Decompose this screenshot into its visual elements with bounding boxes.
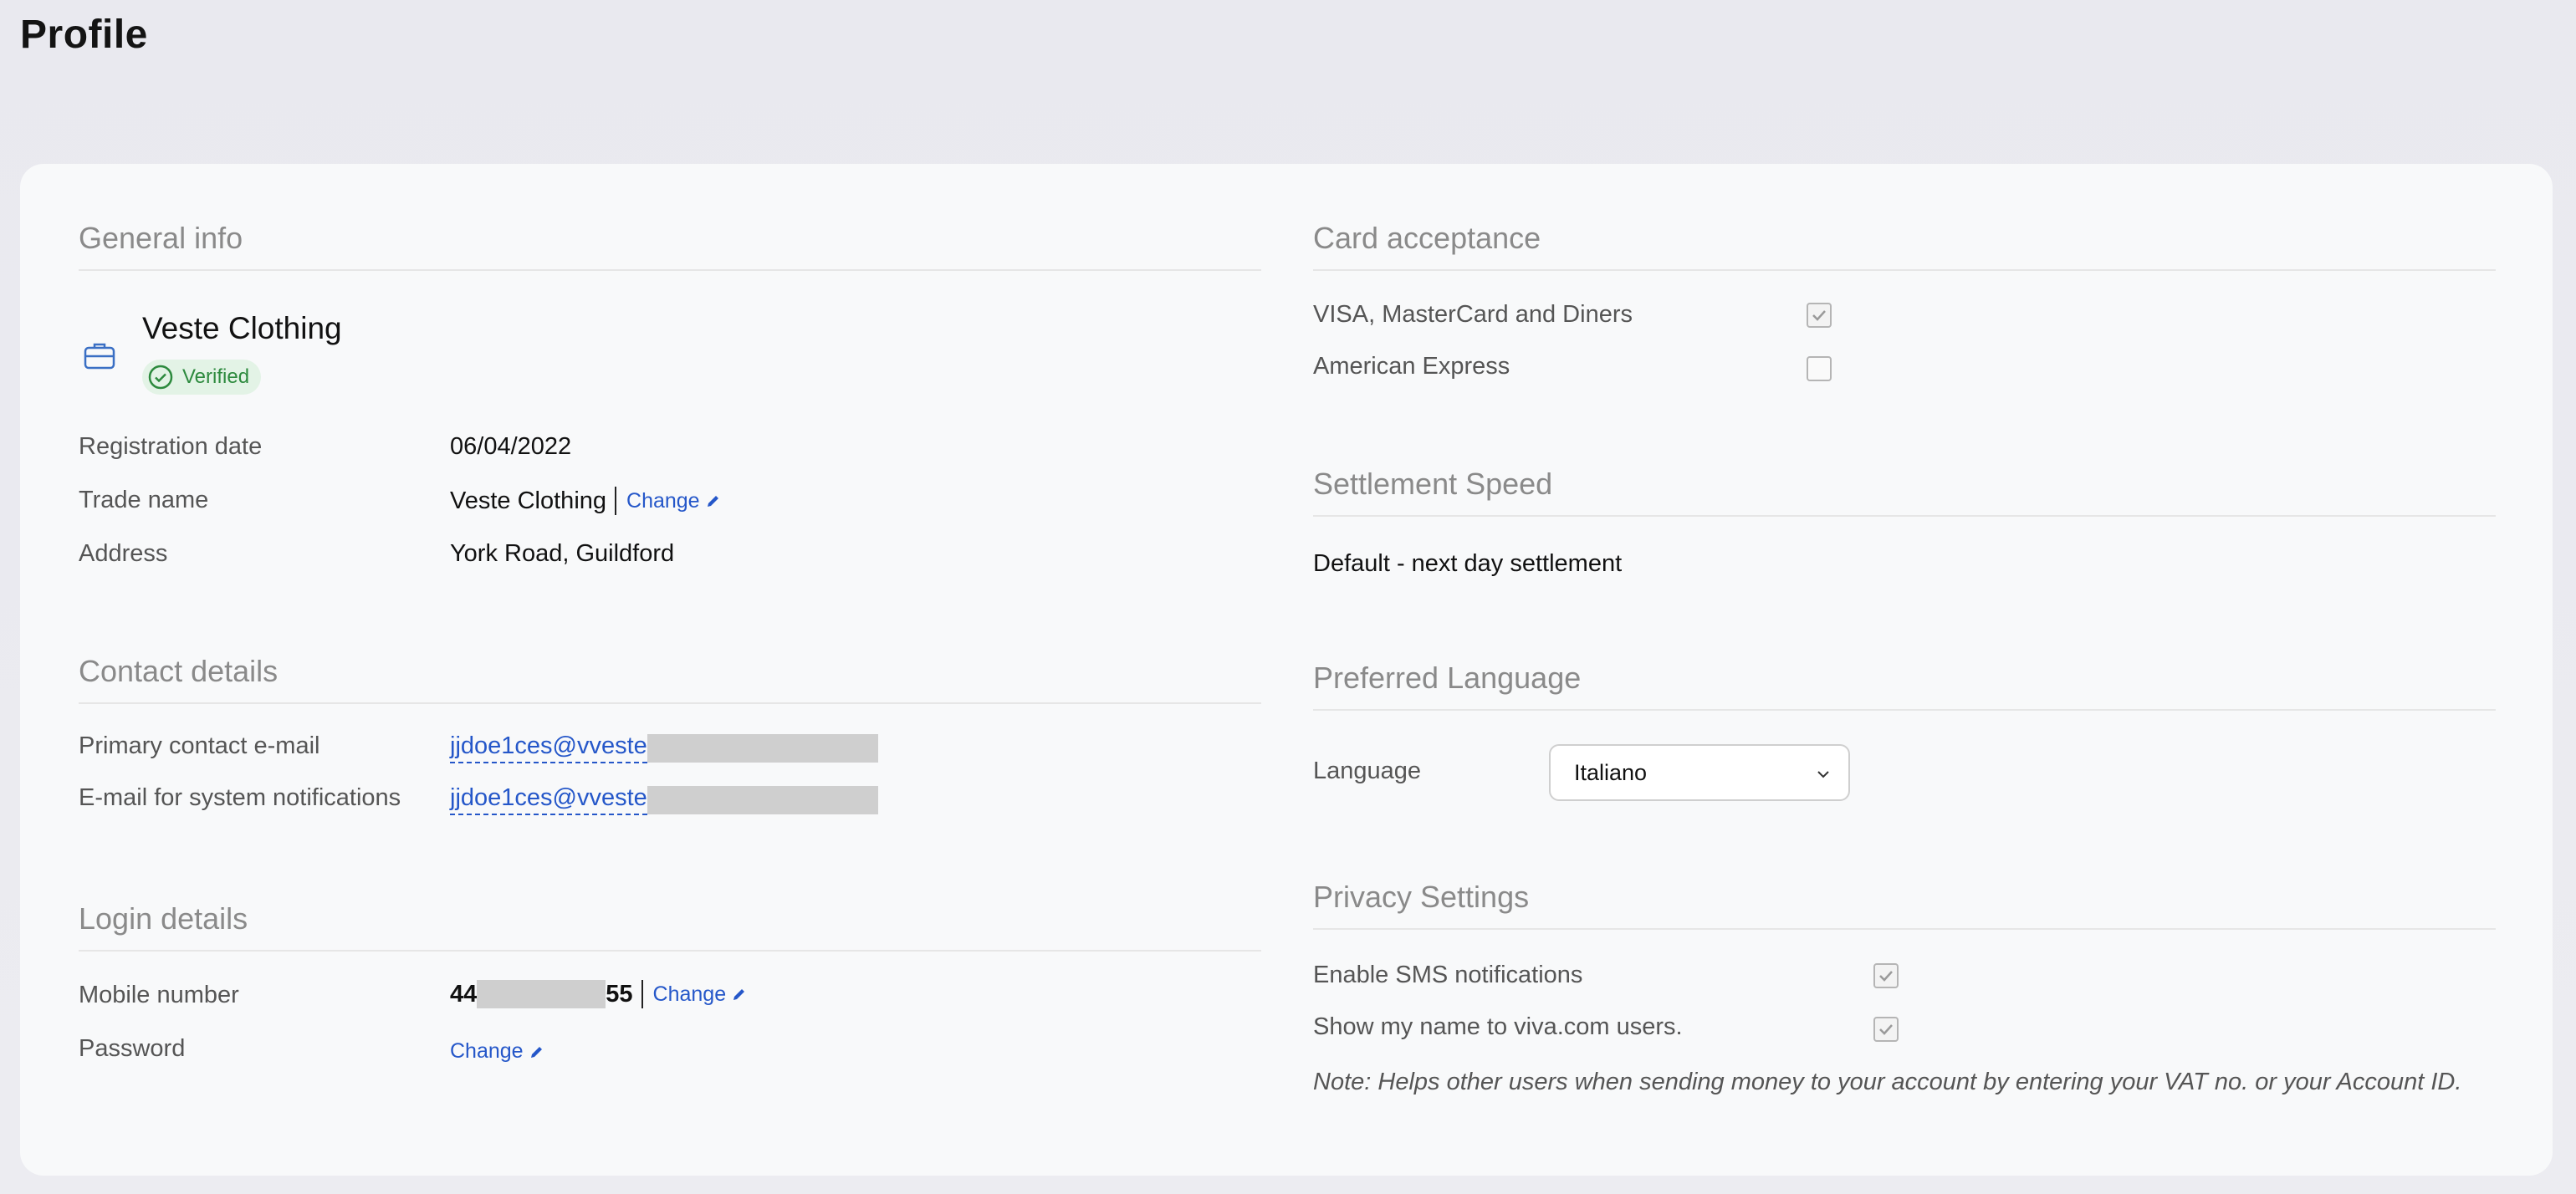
- show-name-checkbox[interactable]: [1873, 1017, 1899, 1042]
- change-trade-name-link[interactable]: Change: [626, 489, 722, 513]
- redacted-block: [477, 980, 606, 1008]
- registration-date-value: 06/04/2022: [450, 433, 572, 460]
- company-name: Veste Clothing: [142, 311, 342, 345]
- trade-name-label: Trade name: [79, 487, 209, 513]
- check-icon: [1812, 310, 1826, 321]
- registration-date-label: Registration date: [79, 433, 263, 460]
- sms-label: Enable SMS notifications: [1313, 962, 1583, 988]
- divider: [615, 487, 617, 515]
- pencil-icon: [733, 989, 745, 1000]
- primary-email-link[interactable]: jjdoe1ces@vveste: [450, 732, 647, 763]
- mobile-number-row: 44 55 Change: [450, 980, 748, 1008]
- change-label: Change: [652, 982, 727, 1006]
- redacted-block: [647, 785, 878, 814]
- trade-name-value: Veste Clothing: [450, 487, 607, 514]
- trade-name-row: Veste Clothing Change: [450, 487, 722, 515]
- change-label: Change: [626, 488, 700, 513]
- briefcase-icon: [84, 343, 115, 370]
- privacy-note: Note: Helps other users when sending mon…: [1313, 1069, 2462, 1095]
- pencil-icon: [530, 1046, 542, 1058]
- pencil-icon: [707, 496, 718, 507]
- check-icon: [1879, 1024, 1893, 1035]
- address-value: York Road, Guildford: [450, 540, 675, 567]
- amex-label: American Express: [1313, 353, 1510, 380]
- verified-label: Verified: [182, 365, 250, 388]
- login-details-title: Login details: [79, 901, 1261, 952]
- verified-badge: Verified: [142, 360, 262, 395]
- change-mobile-link[interactable]: Change: [653, 982, 749, 1007]
- mobile-number-label: Mobile number: [79, 982, 239, 1008]
- page-title: Profile: [20, 13, 148, 57]
- privacy-settings-title: Privacy Settings: [1313, 880, 2496, 930]
- settlement-value: Default - next day settlement: [1313, 550, 1623, 577]
- redacted-block: [647, 733, 878, 763]
- system-email-row: jjdoe1ces@vveste: [450, 784, 878, 815]
- amex-checkbox[interactable]: [1807, 356, 1832, 381]
- mobile-suffix: 55: [606, 980, 633, 1008]
- visa-label: VISA, MasterCard and Diners: [1313, 301, 1633, 328]
- contact-details-title: Contact details: [79, 654, 1261, 704]
- card-acceptance-title: Card acceptance: [1313, 221, 2496, 271]
- system-email-label: E-mail for system notifications: [79, 784, 401, 811]
- profile-card: General info Veste Clothing Verified Reg…: [20, 164, 2553, 1176]
- change-label: Change: [450, 1039, 524, 1063]
- change-password-link[interactable]: Change: [450, 1039, 545, 1064]
- password-row: Change: [450, 1037, 545, 1064]
- mobile-prefix: 44: [450, 980, 478, 1008]
- system-email-link[interactable]: jjdoe1ces@vveste: [450, 784, 647, 815]
- language-selected: Italiano: [1574, 759, 1648, 785]
- divider: [641, 980, 643, 1008]
- show-name-label: Show my name to viva.com users.: [1313, 1013, 1683, 1040]
- primary-email-row: jjdoe1ces@vveste: [450, 732, 878, 763]
- address-label: Address: [79, 540, 168, 567]
- password-label: Password: [79, 1035, 186, 1062]
- chevron-down-icon: [1817, 771, 1829, 778]
- language-label: Language: [1313, 758, 1422, 784]
- primary-email-label: Primary contact e-mail: [79, 732, 320, 759]
- general-info-title: General info: [79, 221, 1261, 271]
- language-select[interactable]: Italiano: [1549, 744, 1850, 801]
- preferred-language-title: Preferred Language: [1313, 661, 2496, 711]
- check-circle-icon: [148, 365, 173, 390]
- settlement-speed-title: Settlement Speed: [1313, 467, 2496, 517]
- check-icon: [1879, 971, 1893, 982]
- sms-checkbox[interactable]: [1873, 963, 1899, 988]
- visa-checkbox[interactable]: [1807, 303, 1832, 328]
